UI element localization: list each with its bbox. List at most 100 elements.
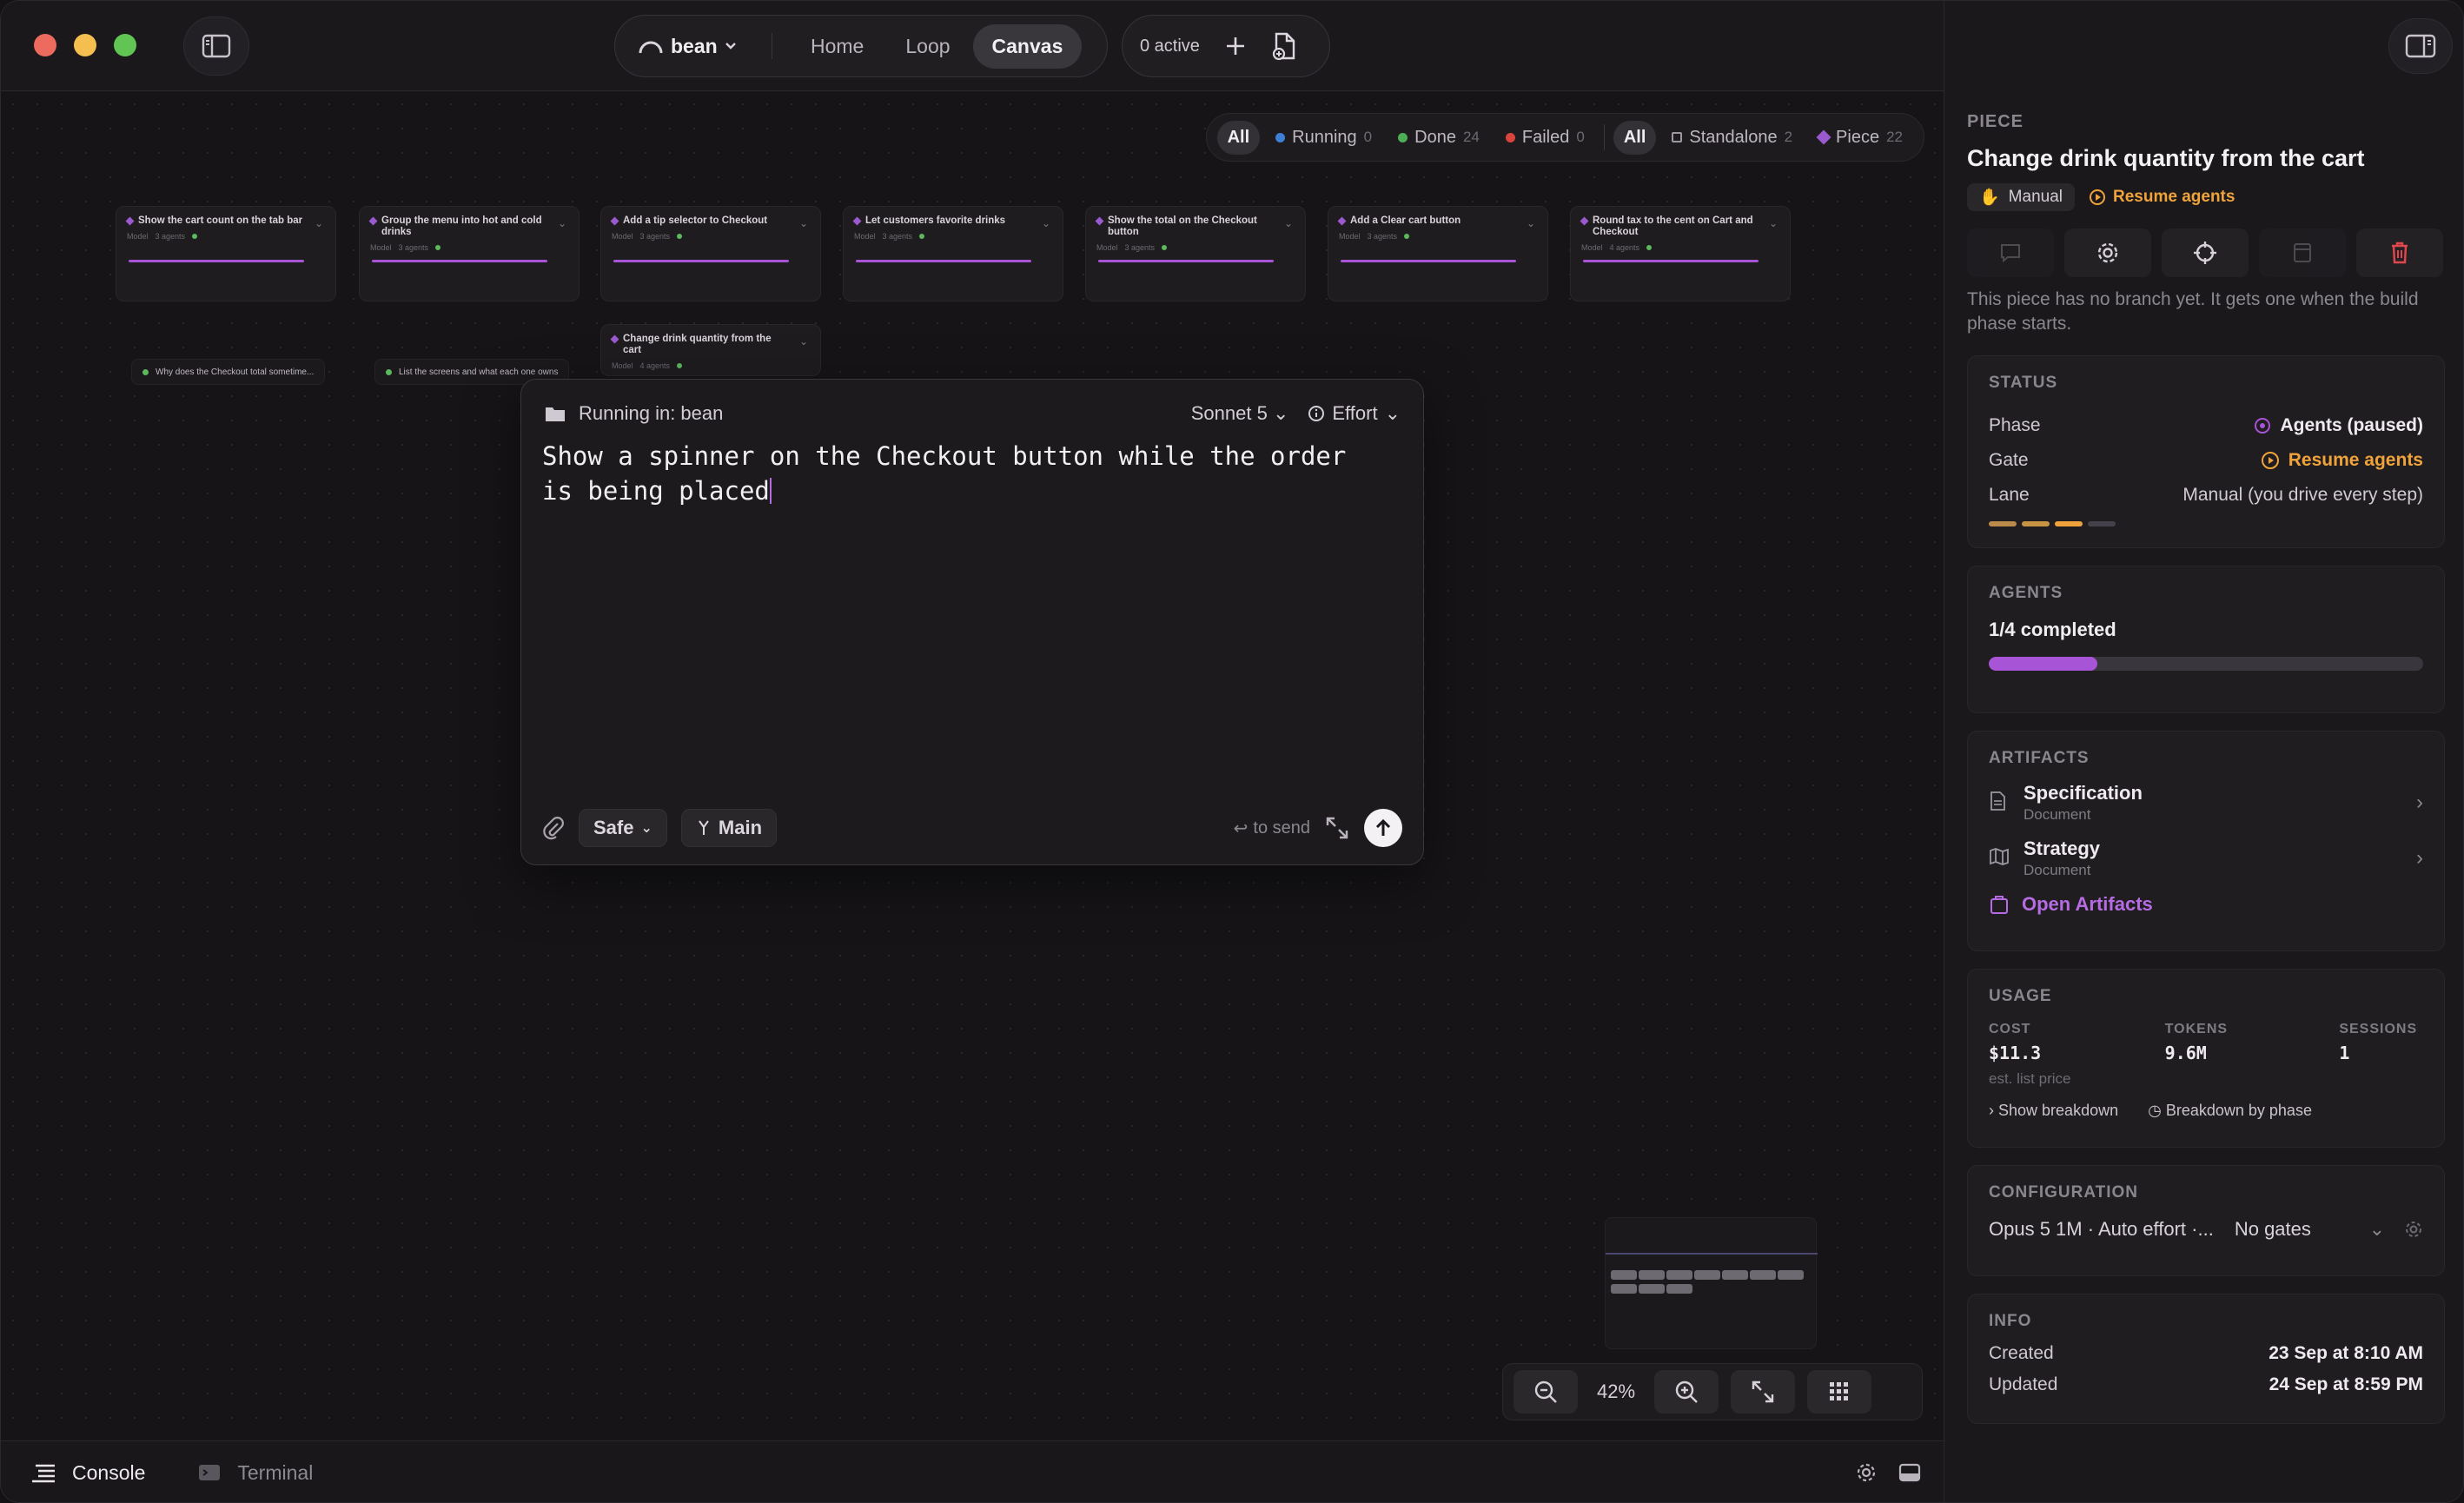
tokens-label: TOKENS: [2164, 1022, 2229, 1036]
mode-label: Safe: [593, 817, 634, 838]
lane-value: Manual (you drive every step): [2182, 485, 2423, 505]
status-dot: [142, 368, 149, 375]
tab-loop[interactable]: Loop: [886, 24, 969, 69]
chevron-down-icon: [725, 43, 736, 50]
zoom-in-button[interactable]: [1654, 1370, 1719, 1414]
resume-agents-link[interactable]: Resume agents: [2089, 188, 2235, 207]
created-label: Created: [1989, 1343, 2054, 1363]
piece-card[interactable]: Round tax to the cent on Cart and Checko…: [1570, 206, 1791, 301]
chevron-down-icon[interactable]: ⌄: [1769, 217, 1778, 229]
section-heading: CONFIGURATION: [1989, 1183, 2139, 1202]
configuration-row[interactable]: Opus 5 1M · Auto effort ·... No gates ⌄: [1989, 1218, 2423, 1241]
status-dot: [1162, 245, 1168, 250]
filter-done[interactable]: Done 24: [1388, 121, 1490, 155]
chevron-down-icon[interactable]: ⌄: [315, 217, 323, 229]
diamond-icon: [1337, 216, 1347, 226]
filter-label: Piece: [1836, 127, 1880, 147]
filter-failed[interactable]: Failed 0: [1495, 121, 1595, 155]
artifact-item[interactable]: Specification Document ›: [1989, 775, 2423, 831]
expand-composer-icon[interactable]: [1324, 815, 1350, 841]
zoom-in-icon: [1675, 1381, 1698, 1403]
minimap-node: [1778, 1270, 1804, 1280]
terminal-tab[interactable]: Terminal: [145, 1461, 313, 1485]
minimize-window-button[interactable]: [74, 34, 96, 56]
card-progress: [856, 260, 1031, 262]
archive-button[interactable]: [2259, 228, 2346, 277]
gear-icon[interactable]: [1855, 1461, 1878, 1484]
panel-bottom-icon[interactable]: [1898, 1462, 1921, 1483]
grid-layout-button[interactable]: [1807, 1370, 1871, 1414]
filter-running[interactable]: Running 0: [1265, 121, 1382, 155]
piece-card[interactable]: Let customers favorite drinks ⌄ Model 3 age…: [843, 206, 1063, 301]
zoom-window-button[interactable]: [114, 34, 136, 56]
piece-card[interactable]: Add a tip selector to Checkout ⌄ Model 3 ag…: [600, 206, 821, 301]
filter-standalone[interactable]: Standalone 2: [1661, 121, 1803, 155]
chevron-down-icon[interactable]: ⌄: [799, 335, 808, 348]
panel-kind-label: PIECE: [1967, 112, 2024, 131]
effort-select[interactable]: Effort ⌄: [1308, 402, 1401, 425]
text-caret: [769, 478, 772, 504]
settings-button[interactable]: [2064, 228, 2151, 277]
branch-select[interactable]: Main: [680, 809, 778, 847]
prompt-input[interactable]: Show a spinner on the Checkout button wh…: [542, 439, 1371, 508]
chevron-down-icon[interactable]: ⌄: [799, 217, 808, 229]
gear-icon[interactable]: [2404, 1220, 2423, 1239]
piece-card[interactable]: Show the cart count on the tab bar ⌄ Model…: [116, 206, 336, 301]
console-tab[interactable]: Console: [1, 1461, 145, 1485]
card-title: Add a tip selector to Checkout: [623, 215, 768, 226]
toggle-inspector-button[interactable]: [2388, 18, 2453, 74]
updated-value: 24 Sep at 8:59 PM: [2269, 1374, 2423, 1394]
chevron-down-icon[interactable]: ⌄: [1042, 217, 1050, 229]
minimap-node: [1666, 1284, 1692, 1294]
filter-piece[interactable]: Piece 22: [1808, 121, 1913, 155]
toggle-sidebar-button[interactable]: [183, 17, 249, 76]
piece-card-selected[interactable]: Change drink quantity from the cart ⌄ Mode…: [600, 324, 821, 376]
tab-canvas[interactable]: Canvas: [972, 23, 1083, 69]
card-meta-label: Model: [370, 243, 392, 252]
filter-label: All: [1227, 127, 1250, 147]
chevron-down-icon[interactable]: ⌄: [1527, 217, 1535, 229]
comment-button[interactable]: [1967, 228, 2054, 277]
piece-card[interactable]: Add a Clear cart button ⌄ Model 3 agents: [1328, 206, 1548, 301]
focus-button[interactable]: [2162, 228, 2249, 277]
card-meta-label: Model: [1339, 232, 1361, 241]
chevron-down-icon[interactable]: ⌄: [558, 217, 566, 229]
piece-card[interactable]: Group the menu into hot and cold drinks ⌄…: [359, 206, 580, 301]
standalone-card[interactable]: Why does the Checkout total sometime...: [131, 359, 326, 385]
safety-mode-select[interactable]: Safe ⌄: [579, 809, 667, 847]
chevron-right-icon: ›: [2416, 791, 2423, 814]
piece-card[interactable]: Show the total on the Checkout button ⌄ Mo…: [1085, 206, 1306, 301]
model-select[interactable]: Sonnet 5 ⌄: [1191, 402, 1289, 425]
new-document-icon[interactable]: [1271, 31, 1297, 61]
prompt-composer[interactable]: Running in: bean Sonnet 5 ⌄ Effort ⌄ Sho…: [520, 379, 1424, 865]
gate-text: Resume agents: [2288, 450, 2423, 470]
open-artifacts-link[interactable]: Open Artifacts: [1989, 893, 2423, 916]
card-meta: 4 agents: [1609, 243, 1640, 252]
filter-status-all[interactable]: All: [1216, 120, 1261, 155]
play-circle-icon: [2261, 452, 2279, 469]
delete-button[interactable]: [2356, 228, 2443, 277]
status-dot: [919, 234, 925, 239]
gate-value[interactable]: Resume agents: [2261, 450, 2423, 471]
breakdown-by-phase-link[interactable]: ◷ Breakdown by phase: [2148, 1102, 2312, 1120]
fit-view-button[interactable]: [1731, 1370, 1795, 1414]
filter-kind-all[interactable]: All: [1613, 120, 1657, 155]
close-window-button[interactable]: [34, 34, 56, 56]
chevron-down-icon[interactable]: ⌄: [1284, 217, 1293, 229]
artifact-item[interactable]: Strategy Document ›: [1989, 831, 2423, 886]
zoom-out-button[interactable]: [1514, 1370, 1578, 1414]
card-meta: 3 agents: [882, 232, 913, 241]
status-dot: [1398, 132, 1408, 142]
chevron-down-icon: ⌄: [2368, 1218, 2385, 1240]
paperclip-icon[interactable]: [542, 815, 565, 841]
tokens-value: 9.6M: [2164, 1043, 2207, 1063]
filter-label: Standalone: [1689, 127, 1778, 147]
send-button[interactable]: [1364, 809, 1402, 847]
agents-progress: [1989, 657, 2423, 671]
tab-home[interactable]: Home: [792, 24, 883, 69]
project-switcher[interactable]: bean: [615, 35, 772, 58]
plus-icon[interactable]: [1224, 35, 1247, 57]
canvas-minimap[interactable]: [1605, 1217, 1818, 1349]
phase-text: Agents (paused): [2280, 415, 2423, 435]
show-breakdown-link[interactable]: › Show breakdown: [1989, 1102, 2118, 1120]
